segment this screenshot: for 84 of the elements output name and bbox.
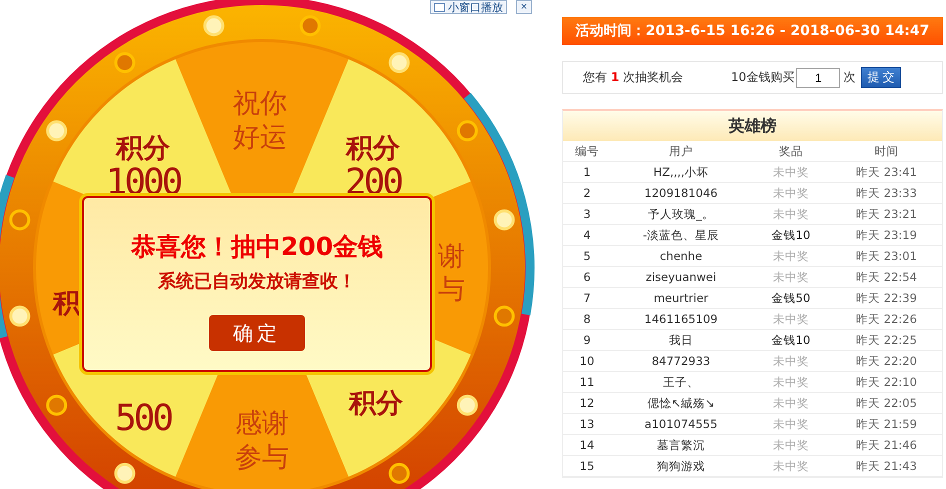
submit-button[interactable]: 提 交 [861,67,901,88]
table-cell: 8 [563,308,611,330]
table-cell: 墓言繁沉 [611,434,751,456]
column-header: 奖品 [751,141,831,162]
table-cell: meurtrier [611,288,751,308]
table-cell: chenhe [611,246,751,266]
table-cell: ziseyuanwei [611,266,751,288]
table-cell: 未中奖 [751,204,831,224]
table-cell: 昨天 21:59 [831,414,942,434]
table-cell: 我日 [611,330,751,350]
table-cell: 昨天 23:19 [831,224,942,246]
wheel-segment-label: 500 [114,398,172,439]
close-button[interactable]: × [516,0,532,14]
table-cell: 昨天 21:43 [831,456,942,476]
table-cell: 昨天 22:05 [831,392,942,414]
wheel-segment-label: 祝你 好运 [233,88,287,153]
chances-text: 您有 1 次抽奖机会 [583,69,684,86]
buy-label: 10金钱购买 [731,69,794,86]
table-cell: 狗狗游戏 [611,456,751,476]
table-cell: 昨天 22:54 [831,266,942,288]
column-header: 用户 [611,141,751,162]
column-header: 编号 [563,141,611,162]
table-cell: 未中奖 [751,456,831,476]
table-cell: 未中奖 [751,350,831,372]
column-header: 时间 [831,141,942,162]
table-cell: 昨天 23:33 [831,182,942,204]
table-cell: 6 [563,266,611,288]
table-cell: 昨天 23:01 [831,246,942,266]
table-cell: 昨天 22:20 [831,350,942,372]
window-icon [434,2,445,12]
table-cell: 4 [563,224,611,246]
table-cell: 金钱10 [751,224,831,246]
table-cell: 84772933 [611,350,751,372]
mini-player-label: 小窗口播放 [448,0,503,14]
table-cell: 11 [563,372,611,392]
unit-label: 次 [843,69,856,86]
table-cell: HZ,,,,小坏 [611,162,751,182]
wheel-segment-label: 感谢 参与 [235,408,289,473]
table-cell: 昨天 21:46 [831,434,942,456]
activity-time-banner: 活动时间：2013-6-15 16:26 - 2018-06-30 14:47 [562,17,943,45]
table-cell: 金钱50 [751,288,831,308]
table-cell: 王子、 [611,372,751,392]
leaderboard-title: 英雄榜 [563,111,942,141]
table-cell: 2 [563,182,611,204]
table-cell: -淡蓝色、星辰 [611,224,751,246]
table-cell: 15 [563,456,611,476]
table-cell: 5 [563,246,611,266]
dialog-message: 系统已自动发放请查收！ [158,270,356,293]
table-cell: 未中奖 [751,246,831,266]
table-cell: 13 [563,414,611,434]
table-cell: 偲惗↖絾殇↘ [611,392,751,414]
table-cell: 予人玫瑰_。 [611,204,751,224]
table-cell: 未中奖 [751,162,831,182]
table-cell: 14 [563,434,611,456]
table-cell: 未中奖 [751,434,831,456]
dialog-title: 恭喜您！抽中200金钱 [130,231,384,263]
table-cell: 9 [563,330,611,350]
table-cell: 未中奖 [751,182,831,204]
table-cell: 未中奖 [751,308,831,330]
table-cell: 昨天 22:25 [831,330,942,350]
table-cell: 昨天 22:10 [831,372,942,392]
table-cell: 1461165109 [611,308,751,330]
wheel-segment-label: 积 [53,288,80,319]
wheel-segment-label: 谢 与 [438,241,465,305]
table-cell: 未中奖 [751,266,831,288]
table-cell: 1209181046 [611,182,751,204]
mini-player-button[interactable]: 小窗口播放 [430,0,507,14]
table-cell: 昨天 23:21 [831,204,942,224]
confirm-button[interactable]: 确定 [209,315,305,351]
table-cell: 未中奖 [751,372,831,392]
table-cell: 金钱10 [751,330,831,350]
wheel-segment-label: 积分 [349,388,403,419]
table-cell: 未中奖 [751,392,831,414]
table-cell: 未中奖 [751,414,831,434]
table-cell: 7 [563,288,611,308]
table-cell: 昨天 22:39 [831,288,942,308]
table-cell: 1 [563,162,611,182]
table-cell: 10 [563,350,611,372]
table-cell: a101074555 [611,414,751,434]
table-cell: 昨天 22:26 [831,308,942,330]
quantity-field[interactable]: 1 [796,68,840,88]
table-cell: 3 [563,204,611,224]
table-cell: 昨天 23:41 [831,162,942,182]
table-cell: 12 [563,392,611,414]
